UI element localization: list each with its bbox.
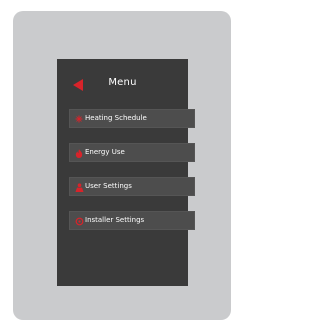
menu-header: Menu — [57, 75, 188, 95]
menu-item-installer-settings[interactable]: Installer Settings — [69, 211, 195, 230]
device-frame: Menu Heating Schedule Energy Use User Se… — [13, 11, 231, 320]
flame-icon — [74, 148, 84, 158]
menu-item-label: User Settings — [85, 182, 132, 190]
user-icon — [74, 182, 84, 192]
menu-item-heating-schedule[interactable]: Heating Schedule — [69, 109, 195, 128]
menu-item-energy-use[interactable]: Energy Use — [69, 143, 195, 162]
menu-item-user-settings[interactable]: User Settings — [69, 177, 195, 196]
page-title: Menu — [108, 77, 137, 88]
menu-item-label: Heating Schedule — [85, 114, 147, 122]
heating-schedule-icon — [74, 114, 84, 124]
menu-item-label: Energy Use — [85, 148, 125, 156]
gear-icon — [74, 216, 84, 226]
thermostat-screen: Menu Heating Schedule Energy Use User Se… — [57, 59, 195, 286]
menu-item-label: Installer Settings — [85, 216, 145, 224]
